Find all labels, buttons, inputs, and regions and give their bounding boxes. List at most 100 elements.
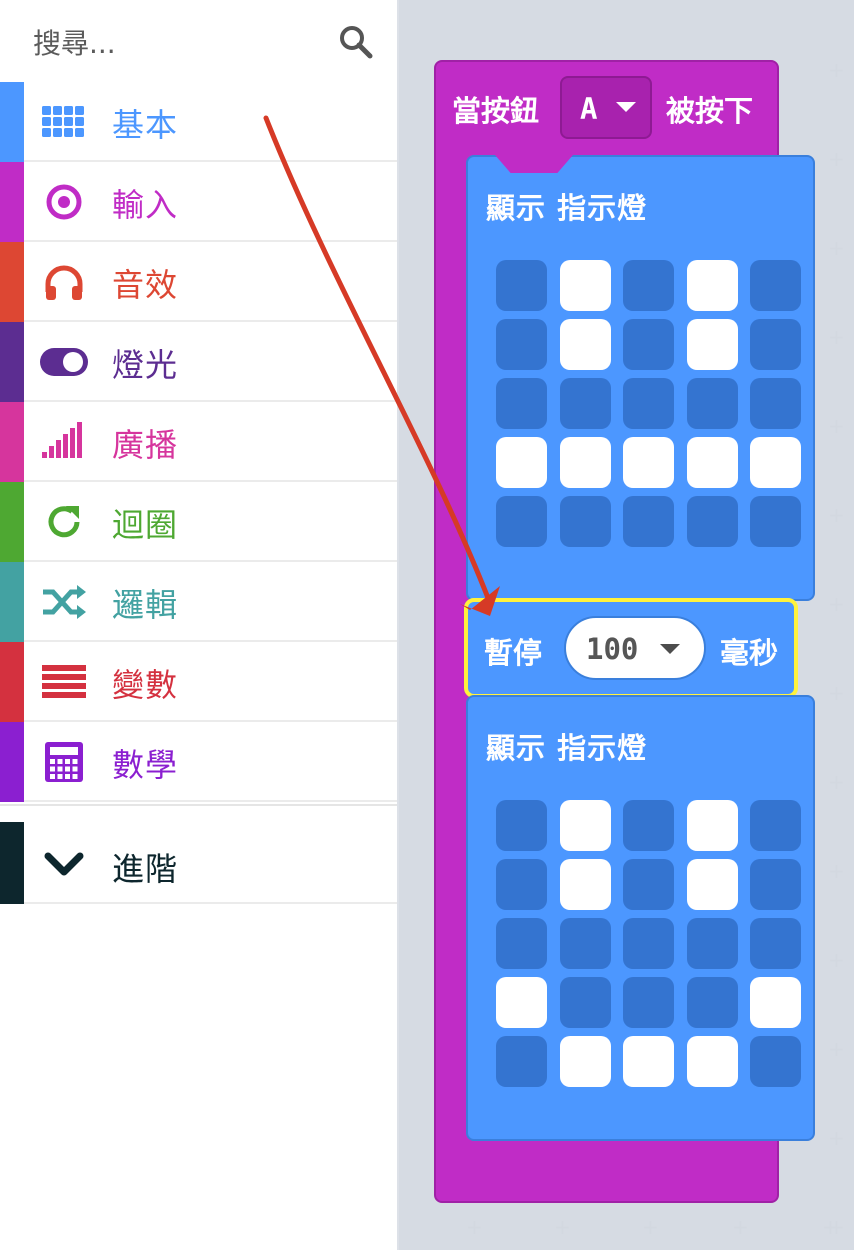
led-off[interactable] — [496, 378, 547, 429]
category-label: 輸入 — [112, 186, 179, 224]
led-off[interactable] — [686, 378, 738, 429]
signal-icon — [36, 416, 92, 468]
search-bar[interactable]: 搜尋... — [0, 0, 397, 82]
led-on[interactable] — [686, 319, 738, 370]
grid-mark: + — [828, 236, 845, 260]
grid-mark: + — [828, 503, 845, 527]
led-off[interactable] — [496, 260, 547, 311]
category-color-bar — [0, 722, 24, 802]
grid-mark: + — [642, 1215, 659, 1239]
led-off[interactable] — [750, 319, 801, 370]
pause-unit-label: 毫秒 — [720, 636, 779, 670]
category-label: 廣播 — [112, 426, 179, 464]
led-on[interactable] — [750, 437, 801, 488]
led-off[interactable] — [496, 800, 547, 851]
category-item[interactable]: 數學 — [0, 722, 397, 802]
grid-mark: + — [828, 1037, 845, 1061]
led-off[interactable] — [623, 319, 674, 370]
category-item[interactable]: 邏輯 — [0, 562, 397, 642]
category-label: 進階 — [112, 850, 179, 888]
category-item[interactable]: 燈光 — [0, 322, 397, 402]
led-off[interactable] — [686, 977, 738, 1028]
led-on[interactable] — [496, 437, 547, 488]
led-on[interactable] — [686, 437, 738, 488]
show-leds-label: 顯示 指示燈 — [486, 731, 648, 765]
category-item[interactable]: 輸入 — [0, 162, 397, 242]
led-off[interactable] — [623, 918, 674, 969]
pause-duration-dropdown[interactable]: 100 — [564, 616, 706, 680]
category-advanced[interactable]: 進階 — [0, 822, 397, 904]
pause-duration-value: 100 — [586, 632, 639, 666]
category-color-bar — [0, 642, 24, 722]
led-off[interactable] — [623, 378, 674, 429]
grid-mark: + — [828, 58, 845, 82]
led-off[interactable] — [750, 800, 801, 851]
led-off[interactable] — [686, 496, 738, 547]
led-off[interactable] — [623, 859, 674, 910]
category-color-bar — [0, 162, 24, 242]
led-on[interactable] — [623, 1036, 674, 1087]
led-off[interactable] — [750, 496, 801, 547]
category-item[interactable]: 基本 — [0, 82, 397, 162]
led-off[interactable] — [750, 1036, 801, 1087]
led-off[interactable] — [496, 319, 547, 370]
grid-mark: + — [828, 414, 845, 438]
button-dropdown[interactable]: A — [560, 76, 652, 139]
led-off[interactable] — [559, 378, 611, 429]
refresh-icon — [36, 496, 92, 548]
grid-mark: + — [828, 147, 845, 171]
category-label: 燈光 — [112, 346, 179, 384]
led-off[interactable] — [496, 1036, 547, 1087]
category-item[interactable]: 音效 — [0, 242, 397, 322]
led-off[interactable] — [623, 496, 674, 547]
led-off[interactable] — [496, 918, 547, 969]
grid-mark: + — [828, 1126, 845, 1150]
led-on[interactable] — [559, 1036, 611, 1087]
toolbox: 搜尋... 基本輸入音效燈光廣播迴圈 邏輯 變數 數學 進階 — [0, 0, 397, 1250]
show-leds-block[interactable]: 顯示 指示燈 — [466, 155, 815, 601]
category-item[interactable]: 變數 — [0, 642, 397, 722]
category-item[interactable]: 廣播 — [0, 402, 397, 482]
category-color-bar — [0, 482, 24, 562]
led-off[interactable] — [750, 260, 801, 311]
led-on[interactable] — [686, 1036, 738, 1087]
led-on[interactable] — [686, 859, 738, 910]
led-on[interactable] — [623, 437, 674, 488]
search-input[interactable]: 搜尋... — [33, 22, 116, 62]
grid-mark: + — [732, 1215, 749, 1239]
pause-block[interactable]: 暫停 100 毫秒 — [464, 598, 798, 698]
toolbox-divider — [0, 804, 397, 806]
show-leds-block[interactable]: 顯示 指示燈 — [466, 695, 815, 1141]
chevron-down-icon — [42, 844, 86, 884]
led-off[interactable] — [496, 859, 547, 910]
led-on[interactable] — [559, 319, 611, 370]
led-on[interactable] — [686, 800, 738, 851]
led-on[interactable] — [559, 437, 611, 488]
search-icon[interactable] — [338, 24, 374, 60]
led-on[interactable] — [559, 260, 611, 311]
category-color-bar — [0, 562, 24, 642]
grid-mark: + — [822, 1215, 839, 1239]
category-color-bar — [0, 822, 24, 904]
led-on[interactable] — [686, 260, 738, 311]
led-on[interactable] — [496, 977, 547, 1028]
led-off[interactable] — [623, 977, 674, 1028]
led-off[interactable] — [686, 918, 738, 969]
led-off[interactable] — [750, 859, 801, 910]
led-on[interactable] — [559, 859, 611, 910]
toggle-icon — [36, 336, 92, 388]
led-off[interactable] — [623, 260, 674, 311]
led-on[interactable] — [750, 977, 801, 1028]
led-off[interactable] — [496, 496, 547, 547]
led-on[interactable] — [559, 800, 611, 851]
category-item[interactable]: 迴圈 — [0, 482, 397, 562]
led-off[interactable] — [623, 800, 674, 851]
led-off[interactable] — [559, 496, 611, 547]
button-dropdown-value: A — [580, 92, 598, 126]
category-color-bar — [0, 402, 24, 482]
shuffle-icon — [36, 576, 92, 628]
led-off[interactable] — [750, 378, 801, 429]
led-off[interactable] — [750, 918, 801, 969]
led-off[interactable] — [559, 977, 611, 1028]
led-off[interactable] — [559, 918, 611, 969]
